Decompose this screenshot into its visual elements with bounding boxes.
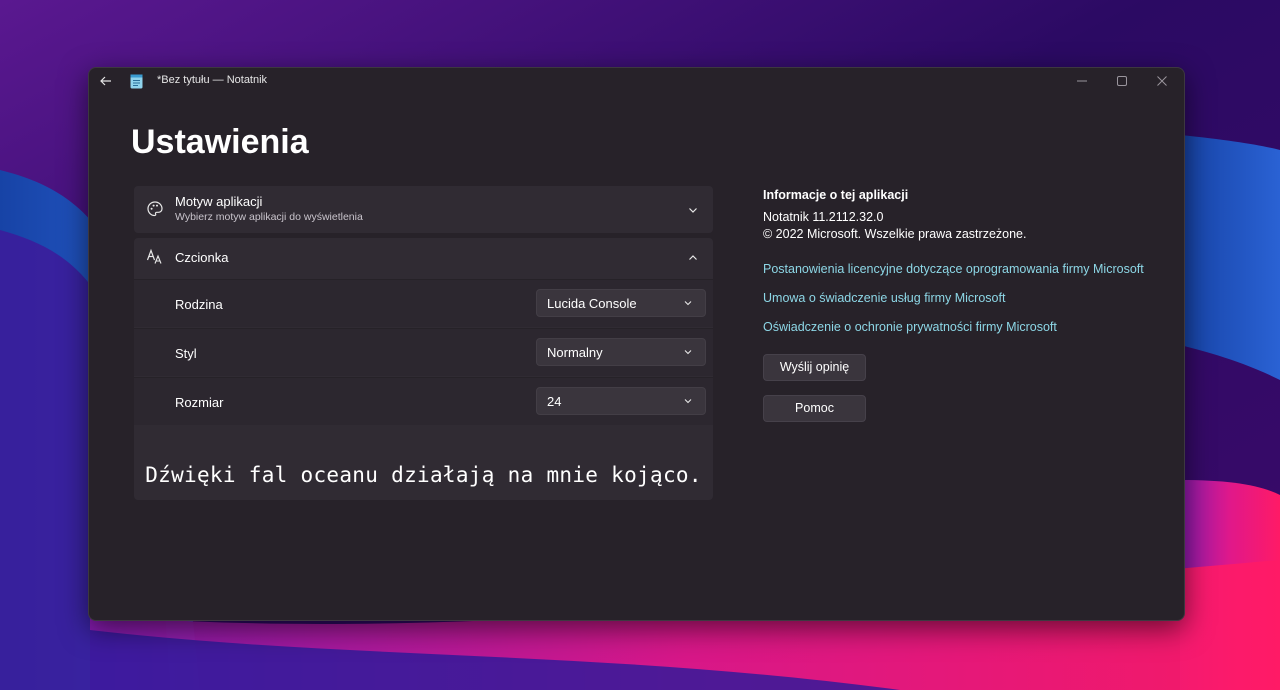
chevron-down-icon — [684, 350, 692, 355]
font-family-row: Rodzina Lucida Console — [134, 279, 713, 327]
font-expander-header[interactable]: Czcionka — [134, 238, 713, 278]
minimize-icon — [1077, 80, 1087, 82]
font-size-dropdown[interactable]: 24 — [536, 387, 706, 415]
notepad-app-icon — [130, 74, 143, 89]
palette-icon — [147, 201, 163, 217]
font-style-value: Normalny — [547, 345, 603, 360]
font-icon — [146, 248, 162, 264]
font-style-dropdown[interactable]: Normalny — [536, 338, 706, 366]
license-terms-link[interactable]: Postanowienia licencyjne dotyczące oprog… — [763, 262, 1144, 276]
copyright-text: © 2022 Microsoft. Wszelkie prawa zastrze… — [763, 227, 1027, 241]
maximize-icon — [1117, 76, 1127, 86]
maximize-button[interactable] — [1102, 68, 1142, 94]
page-title: Ustawienia — [131, 123, 309, 161]
notepad-window: *Bez tytułu — Notatnik Ustawienia Motyw … — [88, 67, 1185, 621]
chevron-down-icon — [684, 301, 692, 306]
title-bar: *Bez tytułu — Notatnik — [89, 68, 1184, 96]
app-theme-description: Wybierz motyw aplikacji do wyświetlenia — [175, 211, 363, 223]
font-size-label: Rozmiar — [175, 395, 224, 410]
window-title: *Bez tytułu — Notatnik — [157, 74, 268, 86]
send-feedback-button[interactable]: Wyślij opinię — [763, 354, 866, 381]
font-style-row: Styl Normalny — [134, 328, 713, 376]
privacy-statement-link[interactable]: Oświadczenie o ochronie prywatności firm… — [763, 320, 1057, 334]
font-family-value: Lucida Console — [547, 296, 637, 311]
font-style-label: Styl — [175, 346, 197, 361]
minimize-button[interactable] — [1062, 68, 1102, 94]
back-arrow-icon[interactable] — [98, 73, 114, 89]
font-preview-text: Dźwięki fal oceanu działają na mnie koją… — [145, 463, 702, 487]
app-theme-expander[interactable]: Motyw aplikacji Wybierz motyw aplikacji … — [134, 186, 713, 233]
app-version: Notatnik 11.2112.32.0 — [763, 210, 884, 224]
font-expander: Czcionka Rodzina Lucida Console Styl Nor… — [134, 238, 713, 500]
font-size-value: 24 — [547, 394, 562, 409]
close-icon — [1157, 76, 1167, 86]
font-family-label: Rodzina — [175, 297, 223, 312]
chevron-down-icon — [684, 399, 692, 404]
services-agreement-link[interactable]: Umowa o świadczenie usług firmy Microsof… — [763, 291, 1005, 305]
about-heading: Informacje o tej aplikacji — [763, 188, 909, 202]
font-size-row: Rozmiar 24 — [134, 377, 713, 425]
font-family-dropdown[interactable]: Lucida Console — [536, 289, 706, 317]
app-theme-title: Motyw aplikacji — [175, 194, 263, 209]
font-title: Czcionka — [175, 250, 229, 265]
help-button[interactable]: Pomoc — [763, 395, 866, 422]
chevron-down-icon — [689, 208, 697, 213]
close-button[interactable] — [1142, 68, 1182, 94]
chevron-up-icon — [689, 255, 697, 260]
